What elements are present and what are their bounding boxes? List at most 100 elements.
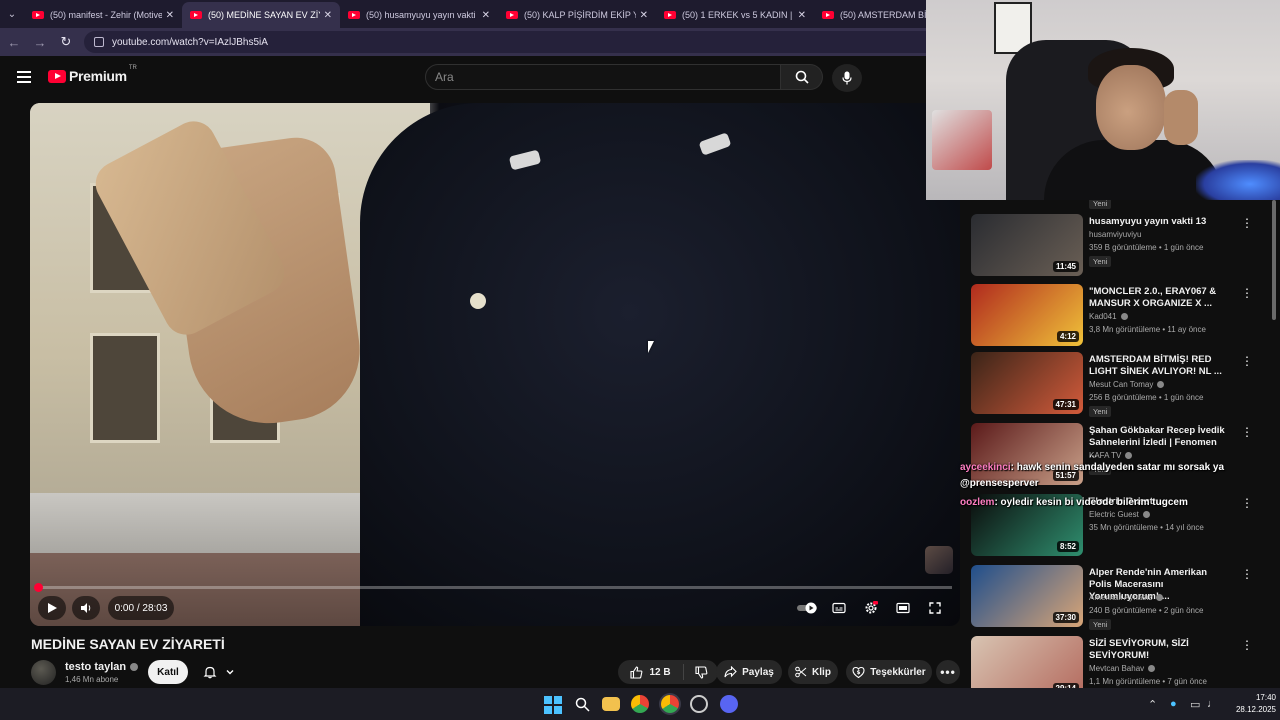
tray-chevron-icon[interactable]: ⌃ (1148, 688, 1157, 720)
dislike-button[interactable] (684, 665, 718, 679)
more-vertical-icon[interactable]: ⋮ (1241, 638, 1253, 652)
browser-tab[interactable]: (50) 1 ERKEK vs 5 KADIN | KIYAF ✕ (656, 2, 814, 28)
recommended-title[interactable]: AMSTERDAM BİTMİŞ! RED LIGHT SİNEK AVLIYO… (1089, 354, 1227, 378)
recommended-channel[interactable]: Electric Guest (1089, 510, 1150, 519)
recommended-channel[interactable]: KAFA TV (1089, 451, 1133, 460)
notification-button[interactable] (196, 660, 242, 684)
more-vertical-icon[interactable]: ⋮ (1241, 496, 1253, 510)
fullscreen-icon[interactable] (924, 597, 946, 619)
share-button[interactable]: Paylaş (716, 660, 782, 684)
youtube-logo[interactable]: Premium TR (48, 65, 137, 84)
more-vertical-icon[interactable]: ⋮ (1241, 567, 1253, 581)
browser-tab[interactable]: (50) manifest - Zehir (Motive Re ✕ (24, 2, 182, 28)
close-tab-icon[interactable]: ✕ (482, 10, 490, 21)
region-code: TR (128, 65, 137, 71)
close-tab-icon[interactable]: ✕ (324, 10, 332, 21)
recommended-channel-name: Kad041 (1089, 312, 1117, 321)
more-vertical-icon[interactable]: ⋮ (1241, 216, 1253, 230)
browser-tab[interactable]: (50) MEDİNE SAYAN EV ZİYARE ✕ (182, 2, 340, 28)
video-frame-button (470, 293, 486, 309)
sidebar-scrollbar[interactable] (1272, 200, 1276, 320)
discord-icon[interactable] (720, 695, 738, 713)
recommended-channel[interactable]: Mevtcan Bahav (1089, 664, 1156, 673)
site-info-icon[interactable] (94, 37, 104, 47)
mouse-cursor (648, 341, 654, 353)
file-explorer-icon[interactable] (602, 697, 620, 711)
recommended-title[interactable]: SİZİ SEVİYORUM, SİZİ SEVİYORUM! (1089, 638, 1227, 662)
recommended-video[interactable]: 47:31 AMSTERDAM BİTMİŞ! RED LIGHT SİNEK A… (971, 352, 1271, 417)
video-title: MEDİNE SAYAN EV ZİYARETİ (31, 636, 225, 652)
video-thumbnail[interactable]: 37:30 (971, 565, 1083, 627)
subtitles-icon[interactable] (828, 597, 850, 619)
tab-search-icon[interactable]: ⌄ (0, 0, 24, 28)
more-vertical-icon[interactable]: ⋮ (1241, 425, 1253, 439)
recommended-title[interactable]: husamyuyu yayın vakti 13 (1089, 216, 1227, 228)
thanks-button[interactable]: $ Teşekkürler (846, 660, 932, 684)
browser-tab[interactable]: (50) husamyuyu yayın vakti 13 ✕ (340, 2, 498, 28)
subscriber-count: 1,46 Mn abone (65, 675, 119, 684)
recommended-video[interactable]: 11:45 husamyuyu yayın vakti 13 husamviyuvi… (971, 214, 1271, 278)
reload-icon[interactable]: ↻ (54, 30, 78, 54)
url-text: youtube.com/watch?v=IAzlJBhs5iA (112, 36, 268, 48)
menu-icon[interactable] (17, 71, 31, 83)
video-thumbnail[interactable]: 29:14 (971, 636, 1083, 688)
browser-tab[interactable]: (50) KALP PİŞİRDİM EKİP YAN Y ✕ (498, 2, 656, 28)
streamer-webcam (926, 0, 1280, 200)
chrome-icon[interactable] (631, 695, 649, 713)
video-thumbnail[interactable]: 11:45 (971, 214, 1083, 276)
video-thumbnail[interactable]: 47:31 (971, 352, 1083, 414)
search-icon[interactable] (573, 695, 591, 713)
more-vertical-icon[interactable]: ⋮ (1241, 286, 1253, 300)
scissors-icon (795, 666, 807, 678)
search-button[interactable] (781, 64, 823, 90)
app-icon[interactable] (690, 695, 708, 713)
autoplay-toggle-icon[interactable] (796, 597, 818, 619)
system-clock[interactable]: 17:40 28.12.2025 (1226, 692, 1276, 716)
voice-search-button[interactable] (832, 64, 862, 92)
recommended-meta: 1,1 Mn görüntüleme • 7 gün önce (1089, 677, 1207, 686)
youtube-favicon-icon (664, 11, 676, 19)
tab-label: (50) husamyuyu yayın vakti 13 (366, 10, 478, 20)
settings-icon[interactable] (860, 597, 882, 619)
video-thumbnail[interactable]: 4:12 (971, 284, 1083, 346)
tray-display-icon[interactable]: ▭ (1190, 688, 1200, 720)
recommended-title[interactable]: "MONCLER 2.0., ERAY067 & MANSUR X ORGANI… (1089, 286, 1227, 310)
more-vertical-icon[interactable]: ⋮ (1241, 354, 1253, 368)
miniplayer-icon[interactable] (892, 597, 914, 619)
channel-name[interactable]: testo taylan (65, 661, 139, 673)
progress-bar[interactable] (38, 586, 952, 589)
clip-button[interactable]: Klip (788, 660, 838, 684)
recommended-video[interactable]: 37:30 Alper Rende'nin Amerikan Polis Mace… (971, 565, 1271, 630)
more-actions-button[interactable]: ••• (936, 660, 960, 684)
channel-watermark[interactable] (925, 546, 953, 574)
url-field[interactable]: youtube.com/watch?v=IAzlJBhs5iA (84, 31, 1044, 53)
join-button[interactable]: Katıl (148, 660, 188, 684)
recommended-channel[interactable]: husamviyuviyu (1089, 230, 1141, 239)
recommended-channel[interactable]: Mesut Can Tomay (1089, 380, 1165, 389)
play-button[interactable] (38, 596, 66, 620)
youtube-favicon-icon (190, 11, 202, 19)
volume-button[interactable] (72, 596, 100, 620)
volume-icon (81, 603, 91, 613)
tray-volume-icon[interactable]: ♩ (1207, 688, 1218, 720)
video-player[interactable] (30, 103, 960, 626)
recommended-channel[interactable]: Amerikalı Aynasız (1089, 593, 1164, 602)
tray-mic-icon[interactable]: ● (1170, 688, 1177, 720)
chrome-active-icon[interactable] (661, 695, 679, 713)
close-tab-icon[interactable]: ✕ (166, 10, 174, 21)
channel-avatar[interactable] (31, 660, 56, 685)
windows-start-icon[interactable] (543, 695, 563, 715)
progress-scrubber[interactable] (34, 583, 43, 592)
search-input[interactable]: Ara (425, 64, 781, 90)
close-tab-icon[interactable]: ✕ (798, 10, 806, 21)
recommended-video[interactable]: 29:14SİZİ SEVİYORUM, SİZİ SEVİYORUM! Mevt… (971, 636, 1271, 688)
back-icon[interactable]: ← (2, 30, 26, 54)
chat-text: @prensesperver (960, 478, 1039, 489)
play-icon (48, 603, 57, 613)
like-button[interactable]: 12 B (618, 664, 684, 680)
recommended-channel[interactable]: Kad041 (1089, 312, 1128, 321)
video-thumbnail[interactable]: 51:57 (971, 423, 1083, 485)
recommended-video[interactable]: 4:12 "MONCLER 2.0., ERAY067 & MANSUR X OR… (971, 284, 1271, 348)
close-tab-icon[interactable]: ✕ (640, 10, 648, 21)
forward-icon[interactable]: → (28, 30, 52, 54)
